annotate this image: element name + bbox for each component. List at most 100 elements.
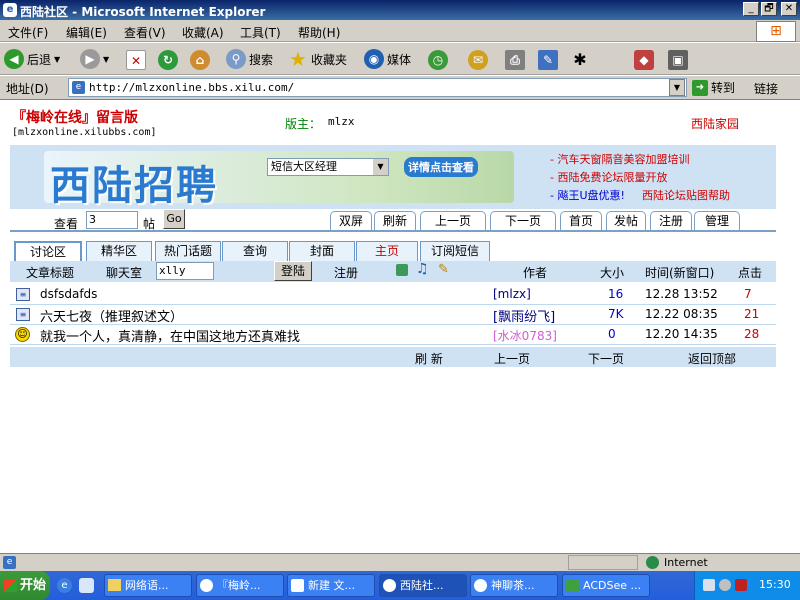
tab-new-post[interactable]: 发帖 [606,211,646,231]
go-arrow-icon: ➜ [692,79,708,96]
page-content: 『梅岭在线』留言版 [mlzxonline.xilubbs.com] 版主： m… [0,101,800,548]
go-button[interactable]: ➜ 转到 [692,79,735,96]
close-button[interactable]: ✕ [781,2,797,16]
ad-link-2[interactable]: - 西陆免费论坛限量开放 [550,169,667,185]
moderator-name[interactable]: mlzx [328,115,355,128]
taskbar-item-5[interactable]: 神聊茶... [470,574,558,597]
footer-refresh-link[interactable]: 刷 新 [415,350,443,367]
toolbar: ◀ 后退 ▼ ▶ ▼ ✕ ↻ ⌂ ⚲ 搜索 ★ 收藏夹 ◉ 媒体 ◷ ✉ ⎙ ✎ ✱… [0,43,800,75]
view-count-input[interactable]: 3 [86,211,138,229]
ad-link-4[interactable]: 西陆论坛贴图帮助 [642,187,730,203]
home-link[interactable]: 西陆家园 [691,115,739,132]
post-title[interactable]: 就我一个人，真清静，在中国这地方还真难找 [40,326,300,345]
start-label: 开始 [20,578,47,593]
post-author[interactable]: [mlzx] [493,287,531,301]
history-icon[interactable]: ◷ [428,50,448,70]
address-dropdown-button[interactable]: ▼ [669,79,685,96]
links-button[interactable]: 链接 [754,80,778,97]
stop-icon[interactable]: ✕ [126,50,146,70]
chatroom-input[interactable]: xlly [156,262,214,280]
tab-elite[interactable]: 精华区 [86,241,152,261]
quicklaunch-desktop-icon[interactable] [79,578,94,593]
messenger-icon[interactable]: ✱ [570,50,590,70]
menu-favorites[interactable]: 收藏(A) [182,24,224,41]
network-icon[interactable] [703,579,715,591]
tab-dual-screen[interactable]: 双屏 [330,211,372,231]
post-time: 12.20 14:35 [645,327,718,341]
footer-prev-link[interactable]: 上一页 [494,350,530,367]
status-panel [568,555,638,570]
forward-button[interactable]: ▶ ▼ [80,48,109,70]
restore-button[interactable]: 🗗 [761,2,777,16]
extension-icon[interactable]: ◆ [634,50,654,70]
back-button[interactable]: ◀ 后退 ▼ [4,48,60,70]
antivirus-icon[interactable] [735,579,747,591]
post-title[interactable]: dsfsdafds [40,287,97,301]
edit-post-icon[interactable]: ✎ [438,262,449,277]
taskbar-item-6[interactable]: ACDSee ... [562,574,650,597]
search-button[interactable]: ⚲ 搜索 [226,48,273,70]
menu-help[interactable]: 帮助(H) [298,24,340,41]
tab-next-page[interactable]: 下一页 [490,211,556,231]
music-icon[interactable]: ♫ [416,261,429,277]
ie-task-icon [383,579,396,592]
post-author[interactable]: [飘雨纷飞] [493,306,555,325]
post-icon: ≡ [16,308,30,321]
start-button[interactable]: 开始 [0,571,50,600]
address-input[interactable]: e http://mlzxonline.bbs.xilu.com/ [68,78,687,97]
taskbar-item-label: 『梅岭... [217,579,261,592]
menu-view[interactable]: 查看(V) [124,24,166,41]
address-bar: 地址(D) e http://mlzxonline.bbs.xilu.com/ … [0,76,800,100]
tab-search[interactable]: 查询 [222,241,288,261]
quicklaunch-ie-icon[interactable]: e [57,578,72,593]
taskbar-item-2[interactable]: 『梅岭... [196,574,284,597]
login-button[interactable]: 登陆 [274,261,312,281]
tab-hot-topics[interactable]: 热门话题 [155,241,221,261]
home-icon[interactable]: ⌂ [190,50,210,70]
system-tray: 15:30 [694,571,800,600]
menu-edit[interactable]: 编辑(E) [66,24,107,41]
menu-tools[interactable]: 工具(T) [240,24,281,41]
image-icon[interactable] [396,264,408,276]
refresh-icon[interactable]: ↻ [158,50,178,70]
mail-icon[interactable]: ✉ [468,50,488,70]
minimize-button[interactable]: _ [743,2,759,16]
register-link[interactable]: 注册 [334,264,358,281]
position-select[interactable]: 短信大区经理 ▼ [267,158,389,176]
volume-icon[interactable] [719,579,731,591]
print-icon[interactable]: ⎙ [505,50,525,70]
ad-link-1[interactable]: - 汽车天窗隔音美容加盟培训 [550,151,689,167]
search-icon: ⚲ [226,49,246,69]
footer-next-link[interactable]: 下一页 [588,350,624,367]
star-icon: ★ [289,47,307,71]
favorites-button[interactable]: ★ 收藏夹 [288,48,347,70]
clock: 15:30 [759,578,791,591]
taskbar-item-3[interactable]: 新建 文... [287,574,375,597]
menu-file[interactable]: 文件(F) [8,24,48,41]
taskbar-item-1[interactable]: 网络语... [104,574,192,597]
tab-subscribe-sms[interactable]: 订阅短信 [420,241,490,261]
tab-discussion[interactable]: 讨论区 [14,241,82,261]
ad-link-3[interactable]: - 飚王U盘优惠! [550,187,625,203]
tools-icon[interactable]: ▣ [668,50,688,70]
tab-cover[interactable]: 封面 [289,241,355,261]
windows-flag-icon [4,579,17,592]
detail-button[interactable]: 详情点击查看 [404,157,478,177]
taskbar-item-4[interactable]: 西陆社... [379,574,467,597]
tab-homepage[interactable]: 主页 [356,241,418,261]
tab-refresh[interactable]: 刷新 [374,211,416,231]
view-go-button[interactable]: Go [163,209,185,229]
post-author[interactable]: [水冰0783] [493,327,557,344]
tab-manage[interactable]: 管理 [694,211,740,231]
post-clicks: 28 [744,327,760,341]
status-bar: e Internet [0,553,800,571]
tab-first-page[interactable]: 首页 [560,211,602,231]
footer-top-link[interactable]: 返回顶部 [688,350,736,367]
select-arrow-icon: ▼ [373,159,388,175]
post-title[interactable]: 六天七夜（推理叙述文） [40,306,183,325]
tab-register[interactable]: 注册 [650,211,692,231]
edit-icon[interactable]: ✎ [538,50,558,70]
banner: 西陆招聘 短信大区经理 ▼ 详情点击查看 - 汽车天窗隔音美容加盟培训 - 西陆… [10,145,776,209]
media-button[interactable]: ◉ 媒体 [364,48,411,70]
tab-prev-page[interactable]: 上一页 [420,211,486,231]
